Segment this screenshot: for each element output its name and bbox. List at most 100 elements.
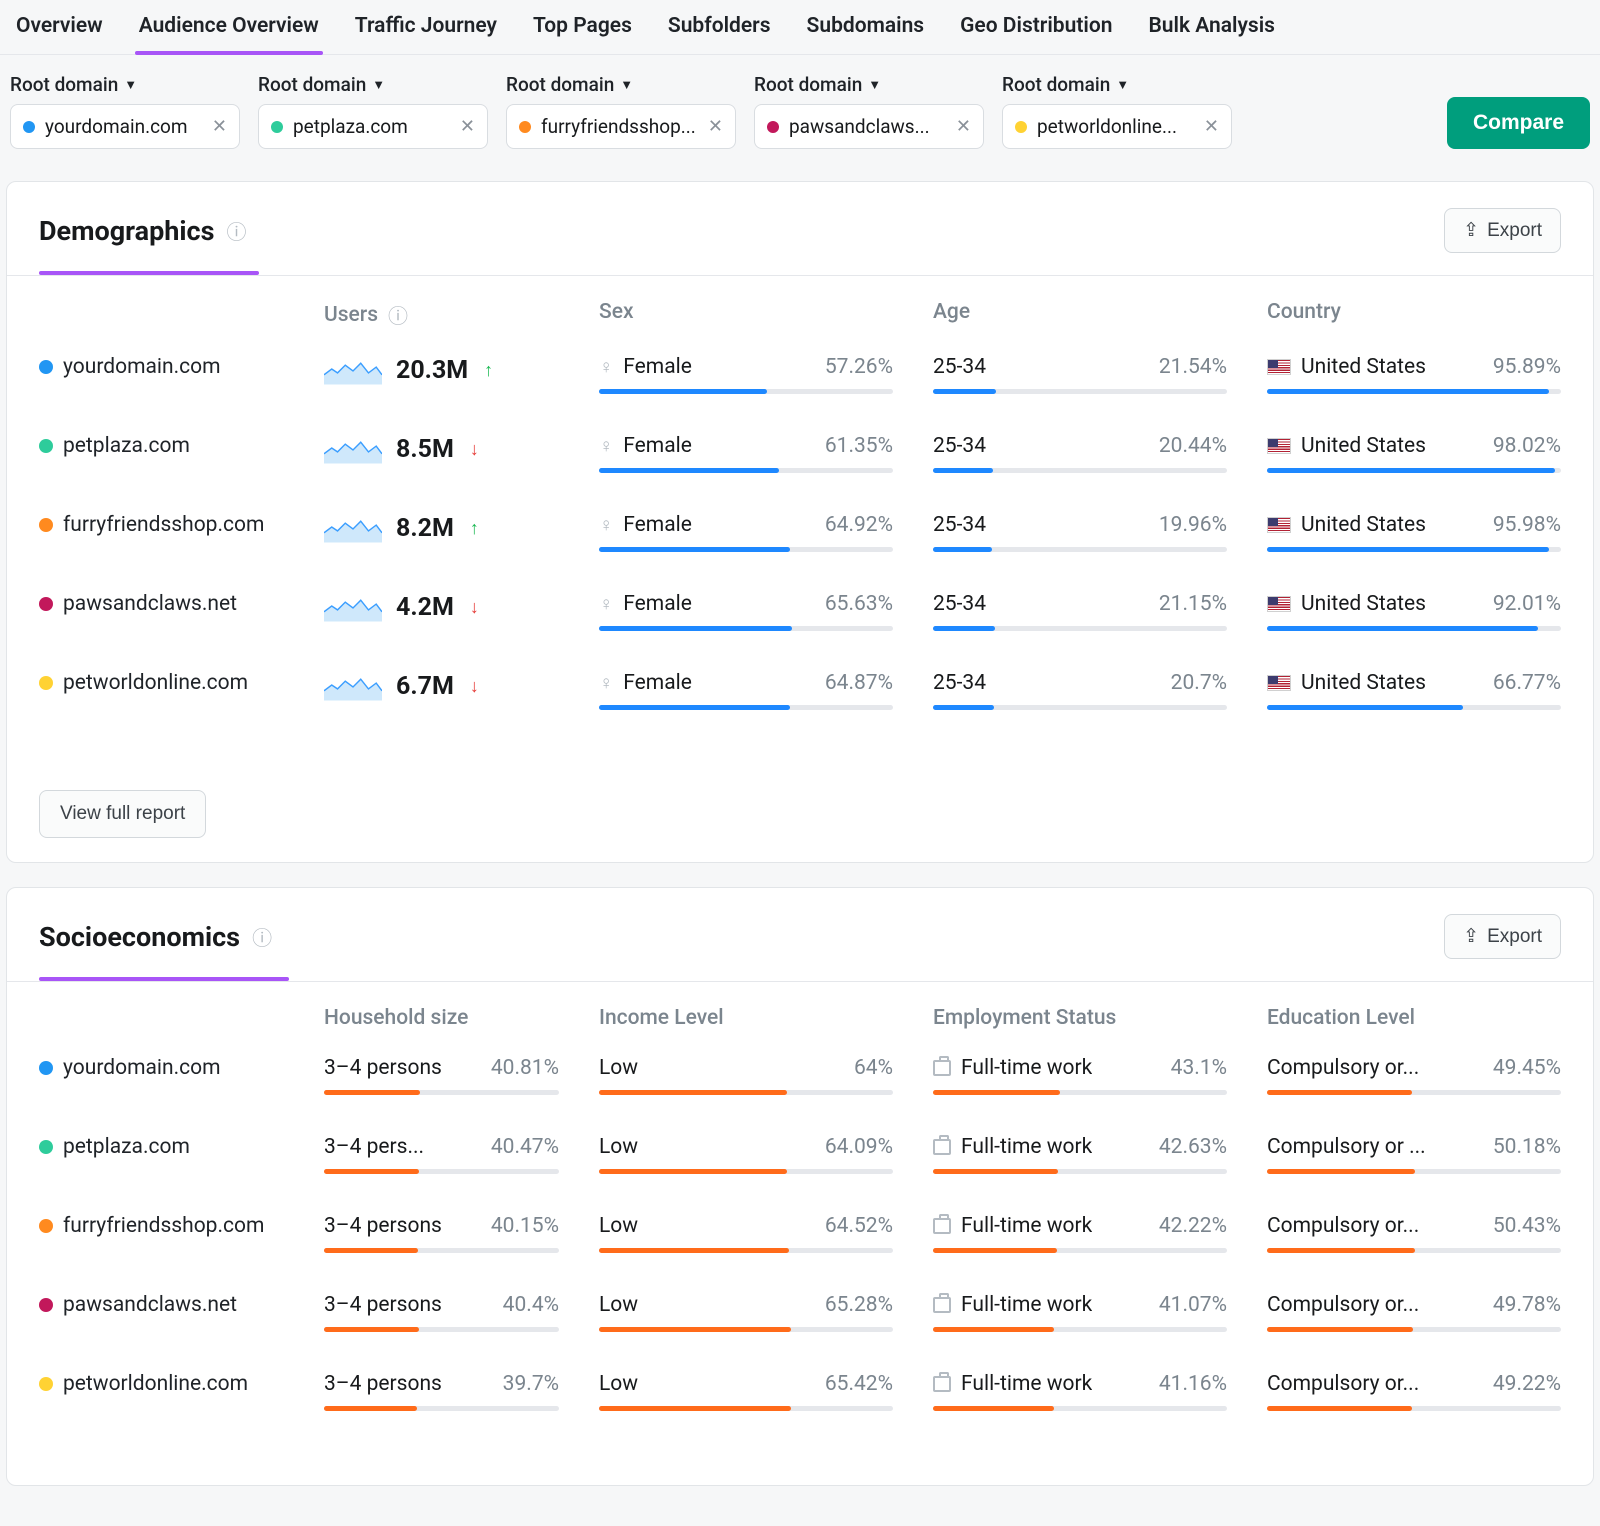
metric-cell: United States95.98% bbox=[1267, 513, 1561, 552]
progress-bar bbox=[933, 705, 1227, 710]
view-full-report-button[interactable]: View full report bbox=[39, 790, 206, 838]
compare-button[interactable]: Compare bbox=[1447, 97, 1590, 149]
domain-name: pawsandclaws.net bbox=[63, 1293, 237, 1317]
scope-dropdown[interactable]: Root domain ▼ bbox=[10, 73, 240, 96]
domain-cell: petworldonline.com bbox=[39, 671, 284, 695]
domain-name: petplaza.com bbox=[63, 1135, 190, 1159]
metric-percent: 49.45% bbox=[1493, 1056, 1561, 1080]
info-icon[interactable]: ⓘ bbox=[388, 300, 408, 329]
metric-percent: 66.77% bbox=[1493, 671, 1561, 695]
scope-dropdown[interactable]: Root domain ▼ bbox=[258, 73, 488, 96]
progress-bar bbox=[1267, 1406, 1561, 1411]
close-icon[interactable]: ✕ bbox=[1204, 118, 1219, 136]
domain-chip[interactable]: furryfriendsshop...✕ bbox=[506, 104, 736, 149]
competitor-filter: Root domain ▼ pawsandclaws... ✕ bbox=[754, 73, 984, 149]
metric-cell: ♀Female57.26% bbox=[599, 355, 893, 394]
color-dot bbox=[39, 518, 53, 532]
tab-subfolders[interactable]: Subfolders bbox=[664, 0, 775, 54]
domain-name: pawsandclaws.net bbox=[63, 592, 237, 616]
tab-bulk-analysis[interactable]: Bulk Analysis bbox=[1144, 0, 1279, 54]
chevron-down-icon: ▼ bbox=[124, 77, 137, 93]
chevron-down-icon: ▼ bbox=[620, 77, 633, 93]
progress-bar bbox=[599, 547, 893, 552]
chip-label: yourdomain.com bbox=[45, 115, 202, 138]
metric-cell: 3–4 persons40.4% bbox=[324, 1293, 559, 1332]
users-value: 8.5M bbox=[396, 435, 454, 464]
progress-bar bbox=[324, 1169, 559, 1174]
trend-up-icon: ↑ bbox=[484, 360, 493, 381]
metric-label: 25-34 bbox=[933, 513, 986, 537]
upload-icon: ⇪ bbox=[1463, 925, 1479, 948]
export-button[interactable]: ⇪ Export bbox=[1444, 208, 1561, 253]
close-icon[interactable]: ✕ bbox=[460, 118, 475, 136]
metric-cell: Compulsory or...49.45% bbox=[1267, 1056, 1561, 1095]
progress-bar bbox=[1267, 626, 1561, 631]
female-icon: ♀ bbox=[599, 434, 613, 458]
domain-chip[interactable]: petplaza.com ✕ bbox=[258, 104, 488, 149]
metric-label: United States bbox=[1301, 513, 1426, 537]
users-cell: 8.2M↑ bbox=[324, 513, 559, 543]
tab-traffic-journey[interactable]: Traffic Journey bbox=[351, 0, 501, 54]
female-icon: ♀ bbox=[599, 592, 613, 616]
metric-label: Full-time work bbox=[961, 1056, 1092, 1080]
info-icon[interactable]: ⓘ bbox=[226, 216, 246, 245]
progress-bar bbox=[599, 1406, 893, 1411]
tab-subdomains[interactable]: Subdomains bbox=[803, 0, 929, 54]
socioeconomics-table: Household size Income Level Employment S… bbox=[7, 982, 1593, 1461]
trend-down-icon: ↓ bbox=[470, 676, 479, 697]
domain-chip[interactable]: petworldonline...✕ bbox=[1002, 104, 1232, 149]
metric-percent: 95.89% bbox=[1493, 355, 1561, 379]
chip-label: pawsandclaws... bbox=[789, 115, 946, 138]
metric-label: 3–4 persons bbox=[324, 1056, 442, 1080]
tab-audience-overview[interactable]: Audience Overview bbox=[135, 0, 323, 54]
scope-dropdown[interactable]: Root domain ▼ bbox=[506, 73, 736, 96]
progress-bar bbox=[933, 547, 1227, 552]
metric-cell: Compulsory or...49.78% bbox=[1267, 1293, 1561, 1332]
briefcase-icon bbox=[933, 1297, 951, 1313]
flag-us-icon bbox=[1267, 438, 1291, 454]
users-value: 8.2M bbox=[396, 514, 454, 543]
scope-dropdown[interactable]: Root domain ▼ bbox=[1002, 73, 1232, 96]
metric-cell: Full-time work 43.1% bbox=[933, 1056, 1227, 1095]
sparkline bbox=[324, 513, 382, 543]
tab-geo-distribution[interactable]: Geo Distribution bbox=[956, 0, 1116, 54]
trend-down-icon: ↓ bbox=[470, 439, 479, 460]
export-button[interactable]: ⇪ Export bbox=[1444, 914, 1561, 959]
metric-cell: 25-3421.15% bbox=[933, 592, 1227, 631]
metric-percent: 40.15% bbox=[491, 1214, 559, 1238]
progress-bar bbox=[933, 626, 1227, 631]
scope-dropdown[interactable]: Root domain ▼ bbox=[754, 73, 984, 96]
domain-name: furryfriendsshop.com bbox=[63, 513, 264, 537]
metric-percent: 98.02% bbox=[1493, 434, 1561, 458]
domain-name: petworldonline.com bbox=[63, 1372, 248, 1396]
female-icon: ♀ bbox=[599, 671, 613, 695]
info-icon[interactable]: ⓘ bbox=[252, 922, 272, 951]
close-icon[interactable]: ✕ bbox=[956, 118, 971, 136]
domain-chip[interactable]: pawsandclaws... ✕ bbox=[754, 104, 984, 149]
competitor-filter: Root domain ▼ furryfriendsshop...✕ bbox=[506, 73, 736, 149]
close-icon[interactable]: ✕ bbox=[708, 118, 723, 136]
metric-label: United States bbox=[1301, 592, 1426, 616]
color-dot bbox=[39, 1298, 53, 1312]
chevron-down-icon: ▼ bbox=[868, 77, 881, 93]
table-row: furryfriendsshop.com3–4 persons40.15%Low… bbox=[39, 1214, 1561, 1253]
chip-label: petplaza.com bbox=[293, 115, 450, 138]
domain-chip[interactable]: yourdomain.com ✕ bbox=[10, 104, 240, 149]
tab-top-pages[interactable]: Top Pages bbox=[529, 0, 636, 54]
color-dot bbox=[39, 1377, 53, 1391]
metric-cell: United States95.89% bbox=[1267, 355, 1561, 394]
socioeconomics-card: Socioeconomics ⓘ ⇪ Export Household size… bbox=[6, 887, 1594, 1486]
metric-cell: 3–4 persons39.7% bbox=[324, 1372, 559, 1411]
female-icon: ♀ bbox=[599, 355, 613, 379]
close-icon[interactable]: ✕ bbox=[212, 118, 227, 136]
flag-us-icon bbox=[1267, 517, 1291, 533]
metric-percent: 20.7% bbox=[1171, 671, 1227, 695]
progress-bar bbox=[599, 468, 893, 473]
users-value: 20.3M bbox=[396, 356, 468, 385]
metric-label: Low bbox=[599, 1372, 638, 1396]
metric-label: Compulsory or... bbox=[1267, 1293, 1419, 1317]
metric-percent: 43.1% bbox=[1171, 1056, 1227, 1080]
progress-bar bbox=[1267, 547, 1561, 552]
metric-cell: Compulsory or...49.22% bbox=[1267, 1372, 1561, 1411]
tab-overview[interactable]: Overview bbox=[12, 0, 107, 54]
